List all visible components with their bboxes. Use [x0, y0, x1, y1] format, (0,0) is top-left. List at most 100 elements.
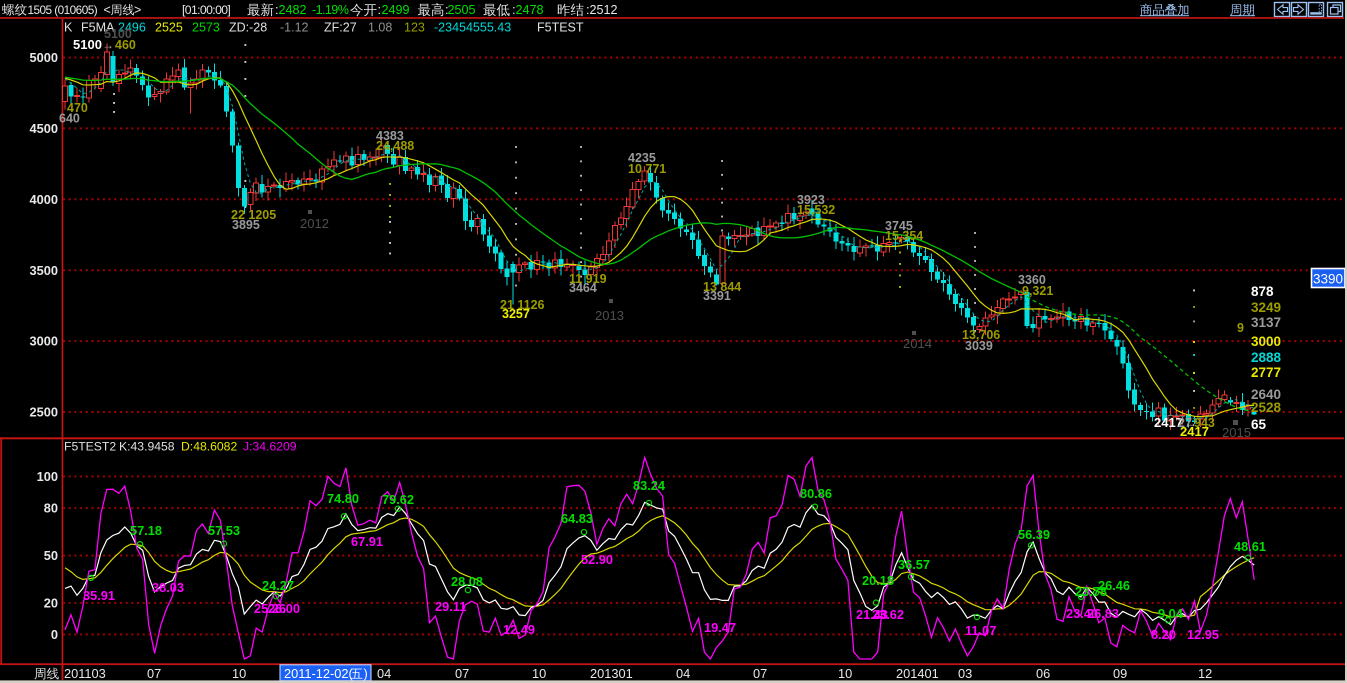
svg-text:5000: 5000: [30, 50, 58, 65]
svg-text:-1.19%: -1.19%: [312, 3, 349, 17]
svg-text:07: 07: [147, 666, 161, 681]
svg-text:20.18: 20.18: [862, 573, 894, 588]
svg-text:3000: 3000: [1251, 334, 1281, 349]
svg-text:20: 20: [44, 596, 58, 611]
svg-text:19.47: 19.47: [704, 620, 736, 635]
svg-text:2012: 2012: [300, 216, 329, 231]
svg-text:3500: 3500: [30, 263, 58, 278]
svg-text:→: →: [102, 38, 114, 52]
svg-text:06: 06: [1036, 666, 1050, 681]
svg-text:80.86: 80.86: [800, 486, 832, 501]
svg-text:2512: 2512: [590, 3, 618, 17]
svg-text:67.91: 67.91: [351, 534, 383, 549]
svg-text:ZD:-28: ZD:-28: [229, 21, 267, 35]
svg-text:123: 123: [404, 21, 425, 35]
svg-text:35.91: 35.91: [83, 588, 115, 603]
svg-text:8.20: 8.20: [1151, 627, 1176, 642]
svg-text:15,532: 15,532: [797, 203, 835, 217]
svg-text:2888: 2888: [1251, 350, 1282, 365]
svg-text:1505 (010605): 1505 (010605): [28, 3, 98, 17]
svg-text:3390: 3390: [1313, 272, 1343, 287]
svg-text:3039: 3039: [965, 339, 993, 353]
svg-text:04: 04: [377, 666, 391, 681]
svg-text:24.27: 24.27: [262, 578, 294, 593]
svg-text:3257: 3257: [502, 307, 530, 321]
svg-text:201401: 201401: [896, 666, 939, 681]
svg-text:): ): [364, 666, 368, 681]
svg-text:>: >: [134, 3, 141, 17]
svg-text:460: 460: [115, 38, 136, 52]
svg-text:12.49: 12.49: [503, 622, 535, 637]
svg-text:03: 03: [958, 666, 972, 681]
svg-text:[01:00:00]: [01:00:00]: [182, 3, 230, 17]
svg-text:48.61: 48.61: [1234, 539, 1266, 554]
svg-text:-1.12: -1.12: [280, 21, 309, 35]
svg-text:5100: 5100: [73, 37, 102, 52]
svg-text:56.39: 56.39: [1018, 527, 1050, 542]
svg-text:29.11: 29.11: [435, 599, 466, 614]
svg-text:10: 10: [232, 666, 246, 681]
svg-text:65: 65: [1251, 417, 1267, 432]
svg-text:2525: 2525: [155, 21, 183, 35]
svg-text:28.08: 28.08: [451, 574, 483, 589]
svg-text:2417: 2417: [1180, 424, 1209, 439]
svg-text:15,354: 15,354: [885, 229, 923, 243]
svg-text:2478: 2478: [516, 3, 544, 17]
svg-text:74.80: 74.80: [327, 491, 359, 506]
svg-text:07: 07: [753, 666, 767, 681]
svg-text:3137: 3137: [1251, 315, 1281, 330]
svg-text:26.46: 26.46: [1098, 578, 1130, 593]
svg-text:09: 09: [1113, 666, 1127, 681]
svg-text:07: 07: [455, 666, 469, 681]
svg-text:0: 0: [51, 627, 58, 642]
svg-text:4500: 4500: [30, 121, 58, 136]
svg-text:2014: 2014: [903, 336, 932, 351]
svg-text:F5TEST: F5TEST: [537, 21, 584, 35]
svg-text:D:48.6082: D:48.6082: [181, 440, 237, 454]
svg-text:26.83: 26.83: [1087, 606, 1119, 621]
svg-text:9,321: 9,321: [1022, 284, 1053, 298]
svg-text:38.03: 38.03: [152, 580, 184, 595]
svg-text:100: 100: [37, 469, 58, 484]
svg-text:ZF:27: ZF:27: [324, 21, 357, 35]
svg-text:3895: 3895: [232, 218, 260, 232]
svg-text:10 771: 10 771: [628, 162, 666, 176]
svg-text:23.62: 23.62: [872, 607, 904, 622]
svg-text:2777: 2777: [1251, 365, 1281, 380]
svg-text:201103: 201103: [64, 666, 106, 681]
svg-text:2528: 2528: [1251, 400, 1282, 415]
svg-text:10: 10: [838, 666, 852, 681]
svg-text:F5TEST2: F5TEST2: [64, 440, 116, 454]
svg-text:J:34.6209: J:34.6209: [243, 440, 297, 454]
svg-text:9: 9: [1237, 321, 1244, 335]
svg-text:2482: 2482: [279, 3, 307, 17]
svg-text:2499: 2499: [382, 3, 410, 17]
svg-text:64.83: 64.83: [561, 511, 593, 526]
svg-text:3391: 3391: [703, 289, 731, 303]
svg-text:9.04: 9.04: [1158, 606, 1184, 621]
svg-text:2573: 2573: [192, 21, 220, 35]
svg-text:2500: 2500: [30, 405, 58, 420]
svg-text:3000: 3000: [30, 334, 58, 349]
svg-text:878: 878: [1251, 284, 1274, 299]
svg-text:<: <: [104, 3, 111, 17]
svg-text:2011-12-02(: 2011-12-02(: [284, 666, 354, 681]
svg-text:83.24: 83.24: [633, 478, 666, 493]
svg-text:640: 640: [59, 112, 80, 126]
svg-text:2013: 2013: [595, 308, 624, 323]
svg-text:3464: 3464: [569, 281, 597, 295]
svg-text:79.62: 79.62: [382, 492, 414, 507]
svg-text:11.07: 11.07: [965, 623, 996, 638]
svg-text:57.18: 57.18: [130, 523, 162, 538]
svg-text:04: 04: [676, 666, 690, 681]
svg-text:4000: 4000: [30, 192, 58, 207]
svg-text:K:43.9458: K:43.9458: [119, 440, 175, 454]
svg-text:12: 12: [1198, 666, 1212, 681]
svg-text:57.53: 57.53: [208, 523, 240, 538]
svg-text:50: 50: [44, 548, 58, 563]
svg-text:24,488: 24,488: [376, 139, 414, 153]
svg-text:2505: 2505: [448, 3, 476, 17]
svg-text:201301: 201301: [590, 666, 633, 681]
svg-text:3249: 3249: [1251, 300, 1281, 315]
svg-text:36.57: 36.57: [898, 557, 930, 572]
